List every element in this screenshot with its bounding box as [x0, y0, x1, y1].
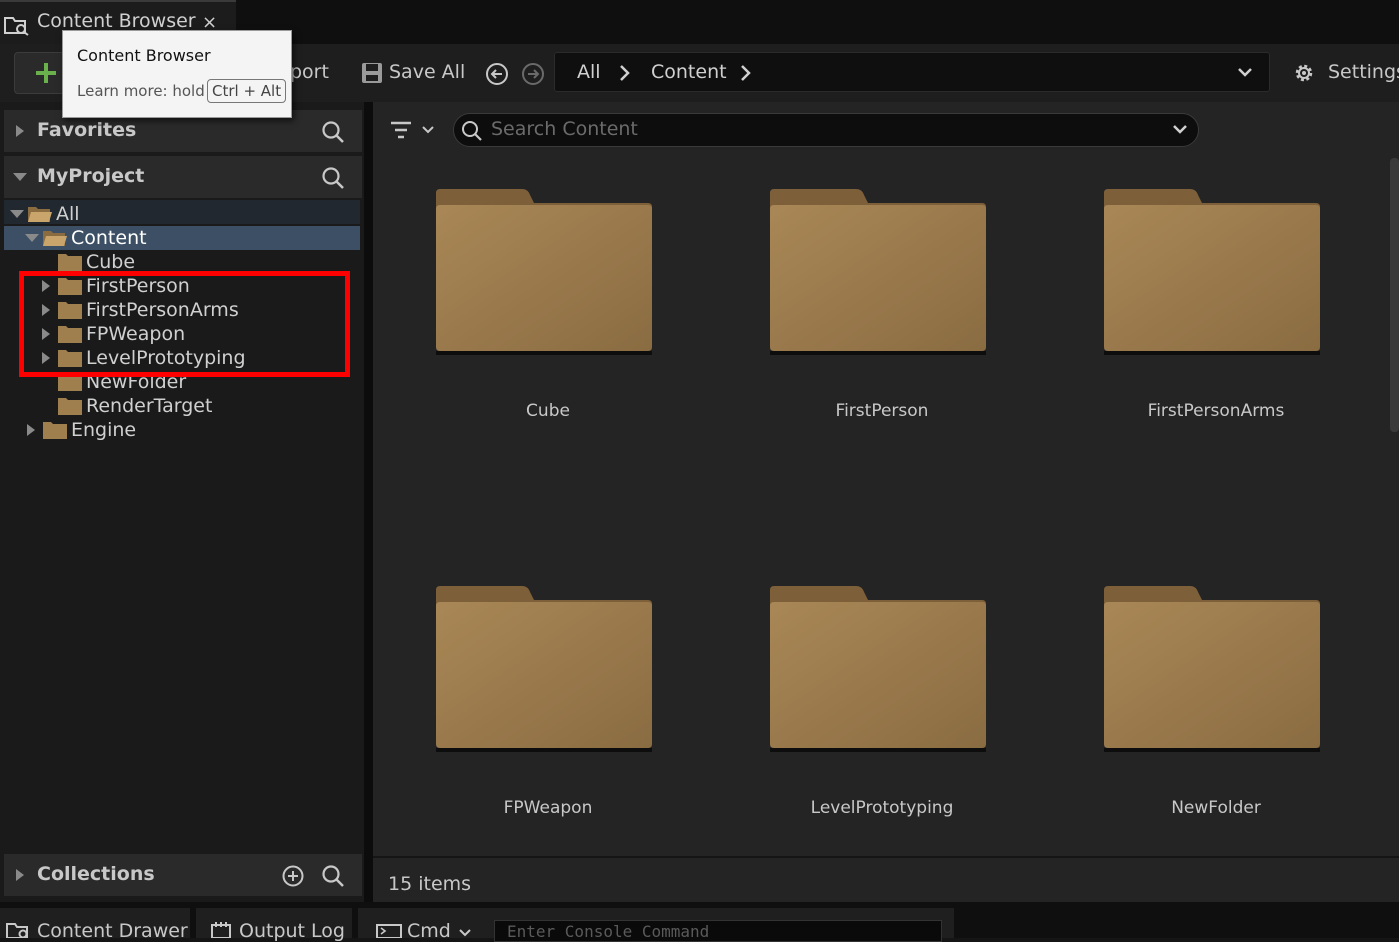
- folder-icon: [768, 584, 988, 752]
- import-button[interactable]: port: [290, 61, 329, 83]
- content-drawer-label: Content Drawer: [37, 920, 188, 942]
- tree-label: Content: [71, 227, 147, 249]
- folder-tile[interactable]: FirstPerson: [762, 183, 1002, 453]
- expand-arrow-icon[interactable]: [16, 869, 24, 881]
- open-folder-icon: [43, 229, 67, 247]
- folder-name: LevelPrototyping: [810, 798, 954, 818]
- console-input[interactable]: Enter Console Command: [494, 920, 942, 942]
- tree-item-all[interactable]: All: [4, 202, 360, 226]
- folder-icon: [58, 253, 82, 271]
- search-icon: [461, 120, 483, 142]
- folder-icon: [1102, 584, 1322, 752]
- plus-icon: [35, 62, 57, 84]
- search-icon[interactable]: [321, 864, 345, 888]
- tree-item-rendertarget[interactable]: RenderTarget: [4, 394, 360, 418]
- add-circle-icon[interactable]: [281, 864, 305, 888]
- expand-arrow-icon[interactable]: [27, 424, 35, 436]
- collapse-arrow-icon[interactable]: [25, 234, 39, 242]
- search-icon[interactable]: [321, 166, 345, 190]
- console-placeholder: Enter Console Command: [507, 922, 710, 941]
- back-arrow-icon[interactable]: [485, 62, 509, 86]
- tree-label: RenderTarget: [86, 395, 213, 417]
- folder-name: Cube: [526, 401, 570, 421]
- chevron-down-icon[interactable]: [1172, 124, 1188, 136]
- search-icon[interactable]: [321, 120, 345, 144]
- tab-title: Content Browser: [37, 10, 196, 32]
- folder-name: FirstPerson: [835, 401, 929, 421]
- terminal-icon: [376, 924, 402, 938]
- folder-tile[interactable]: NewFolder: [1096, 580, 1336, 850]
- vertical-scrollbar[interactable]: [1390, 158, 1399, 432]
- search-input[interactable]: Search Content: [491, 118, 638, 140]
- collections-label: Collections: [37, 863, 155, 885]
- breadcrumb-content[interactable]: Content: [651, 61, 727, 83]
- panel-splitter[interactable]: [364, 102, 373, 902]
- folder-icon: [1102, 187, 1322, 355]
- folder-name: NewFolder: [1171, 798, 1261, 818]
- save-all-button[interactable]: Save All: [389, 61, 465, 83]
- folder-name: FPWeapon: [503, 798, 593, 818]
- favorites-label: Favorites: [37, 119, 137, 141]
- chevron-down-icon[interactable]: [1237, 67, 1253, 79]
- project-header[interactable]: MyProject: [4, 156, 362, 198]
- output-log-label: Output Log: [239, 920, 345, 942]
- expand-arrow-icon[interactable]: [16, 125, 24, 137]
- collapse-arrow-icon[interactable]: [10, 210, 24, 218]
- tree-item-content[interactable]: Content: [4, 226, 360, 250]
- tooltip-hint: Learn more: hold: [77, 82, 205, 100]
- breadcrumb-all[interactable]: All: [577, 61, 601, 83]
- tree-label: All: [56, 203, 80, 225]
- gear-icon: [1292, 61, 1316, 85]
- save-icon: [361, 62, 383, 84]
- folder-tile[interactable]: LevelPrototyping: [762, 580, 1002, 850]
- cmd-label[interactable]: Cmd: [407, 920, 451, 942]
- folder-icon: [58, 397, 82, 415]
- item-count: 15 items: [388, 873, 472, 895]
- open-folder-icon: [28, 205, 52, 223]
- folder-icon: [434, 584, 654, 752]
- collapse-arrow-icon[interactable]: [13, 173, 27, 181]
- settings-button[interactable]: Settings: [1328, 61, 1399, 83]
- project-label: MyProject: [37, 165, 145, 187]
- tree-label: Engine: [71, 419, 137, 441]
- sources-panel: Favorites MyProject All Content Cube Fir…: [0, 102, 364, 902]
- folder-icon: [434, 187, 654, 355]
- chevron-down-icon[interactable]: [458, 928, 472, 938]
- highlight-rectangle: [19, 271, 350, 377]
- folder-name: FirstPersonArms: [1147, 401, 1285, 421]
- chevron-right-icon[interactable]: [740, 64, 752, 82]
- breadcrumb: All Content: [554, 52, 1270, 92]
- forward-arrow-icon[interactable]: [521, 62, 545, 86]
- content-browser-icon: [6, 922, 32, 938]
- chevron-right-icon[interactable]: [619, 64, 631, 82]
- tree-item-engine[interactable]: Engine: [4, 418, 360, 442]
- tooltip-shortcut: Ctrl + Alt: [207, 79, 287, 103]
- output-log-icon: [211, 922, 231, 938]
- status-bar: 15 items: [373, 856, 1399, 902]
- folder-icon: [43, 421, 67, 439]
- tooltip-title: Content Browser: [77, 46, 211, 65]
- search-bar[interactable]: Search Content: [453, 113, 1199, 147]
- folder-icon: [768, 187, 988, 355]
- folder-tile[interactable]: FirstPersonArms: [1096, 183, 1336, 453]
- content-browser-icon: [4, 14, 30, 36]
- folder-tile[interactable]: Cube: [428, 183, 668, 453]
- folder-tile[interactable]: FPWeapon: [428, 580, 668, 850]
- tooltip: Content Browser Learn more: hold Ctrl + …: [62, 30, 292, 118]
- collections-header[interactable]: Collections: [4, 854, 362, 896]
- filter-icon[interactable]: [389, 118, 437, 142]
